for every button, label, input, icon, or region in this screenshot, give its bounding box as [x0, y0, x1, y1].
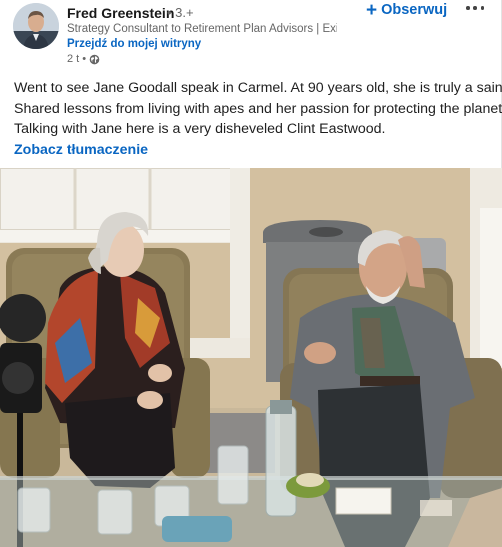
- post-body-line: Shared lessons from living with apes and…: [14, 100, 502, 117]
- follow-label: Obserwuj: [381, 2, 448, 18]
- post-meta: 2 t •: [67, 53, 100, 65]
- see-translation-link[interactable]: Zobacz tłumaczenie: [14, 142, 148, 158]
- follow-button[interactable]: + Obserwuj: [366, 0, 447, 20]
- avatar-image: [13, 3, 59, 49]
- author-avatar[interactable]: [13, 3, 59, 49]
- post-header: Fred Greenstein • 3.+ Strategy Consultan…: [0, 0, 502, 72]
- website-link[interactable]: Przejdź do mojej witryny: [67, 38, 201, 50]
- post-photo-image: [0, 168, 502, 547]
- post-body-line: Went to see Jane Goodall speak in Carmel…: [14, 80, 502, 96]
- post-body: Went to see Jane Goodall speak in Carmel…: [14, 78, 502, 140]
- plus-icon: +: [366, 0, 378, 21]
- author-name[interactable]: Fred Greenstein: [67, 5, 174, 21]
- author-headline: Strategy Consultant to Retirement Plan A…: [67, 23, 337, 35]
- ellipsis-icon[interactable]: [466, 1, 484, 15]
- globe-icon: [89, 54, 100, 64]
- connection-degree: • 3.+: [167, 5, 194, 20]
- post-time: 2 t •: [67, 53, 87, 65]
- post-body-line: Talking with Jane here is a very disheve…: [14, 121, 386, 138]
- post-photo[interactable]: [0, 168, 502, 547]
- feed-post-card: Fred Greenstein • 3.+ Strategy Consultan…: [0, 0, 502, 547]
